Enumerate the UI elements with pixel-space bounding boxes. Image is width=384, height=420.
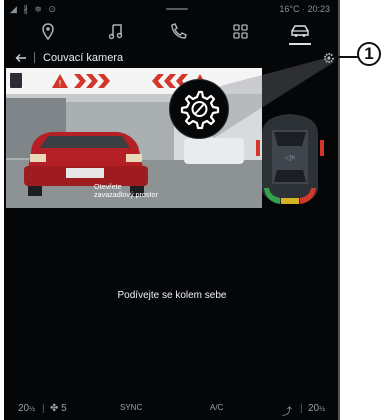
climate-bar: 20½ | ✤ 5 SYNC A/C ⤴ | 20½ (4, 396, 338, 420)
parking-sensor-overview: ◁× (250, 110, 330, 206)
fan-control[interactable]: ✤ 5 (50, 403, 67, 414)
ac-button[interactable]: A/C (210, 403, 223, 412)
sync-button[interactable]: SYNC (120, 403, 142, 412)
infotainment-screen: ◢ ∦ ≑ ⊙ 16°C · 20:23 Couvací kamera ! Ot… (4, 0, 340, 420)
svg-text:◁×: ◁× (285, 153, 296, 162)
center-message: Podívejte se kolem sebe (117, 290, 227, 301)
callout-line (330, 56, 358, 58)
right-temp[interactable]: 20½ (308, 403, 325, 414)
settings-gear-large-icon (180, 90, 220, 130)
seat-heat-icon[interactable]: ⤴ (282, 403, 292, 418)
left-temp[interactable]: 20½ (18, 403, 35, 414)
divider: | (42, 403, 45, 414)
divider-right: | (300, 403, 303, 414)
settings-zoom-bubble (169, 79, 229, 139)
callout-number: 1 (357, 42, 381, 66)
fan-icon: ✤ (50, 403, 59, 414)
car-top-view: ◁× (256, 114, 324, 204)
fan-speed: 5 (61, 403, 67, 414)
